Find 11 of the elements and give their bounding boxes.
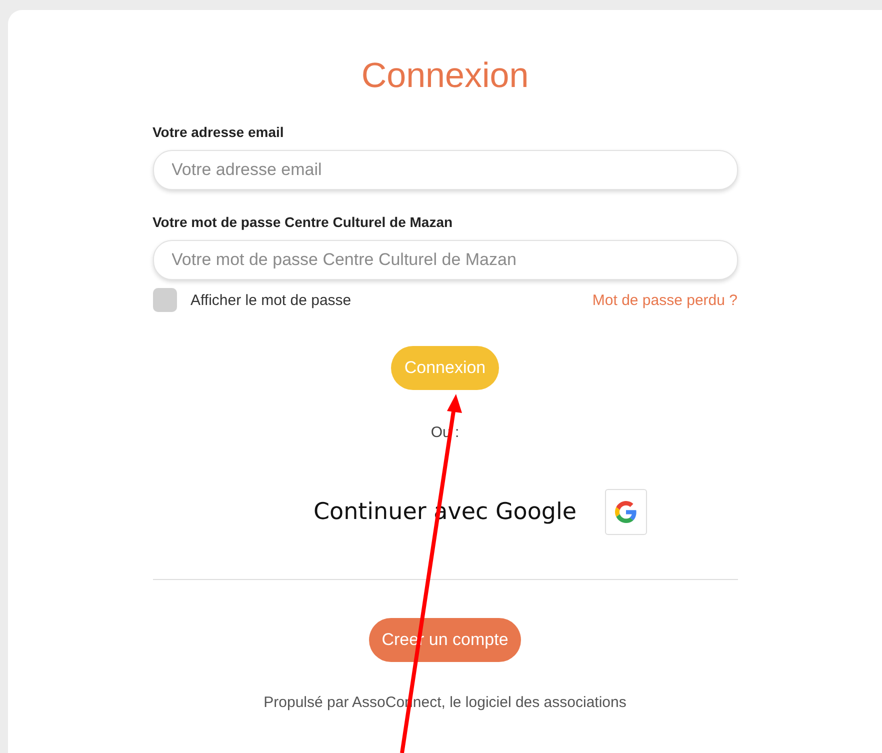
checkbox-label: Afficher le mot de passe (190, 292, 352, 308)
google-logo-icon (614, 501, 637, 523)
password-field[interactable]: Votre mot de passe Centre Culturel de Mazan (152, 240, 738, 280)
email-field[interactable]: Votre adresse email (152, 150, 738, 190)
field-label: Votre mot de passe Centre Culturel de Mazan (152, 214, 454, 230)
forgot-password-link[interactable]: Mot de passe perdu ? (592, 292, 738, 308)
google-button[interactable] (604, 489, 647, 535)
field-label: Votre adresse email (152, 124, 285, 140)
login-button[interactable]: Connexion (391, 346, 499, 390)
page-title: Connexion (361, 56, 529, 96)
checkbox[interactable] (152, 288, 176, 312)
